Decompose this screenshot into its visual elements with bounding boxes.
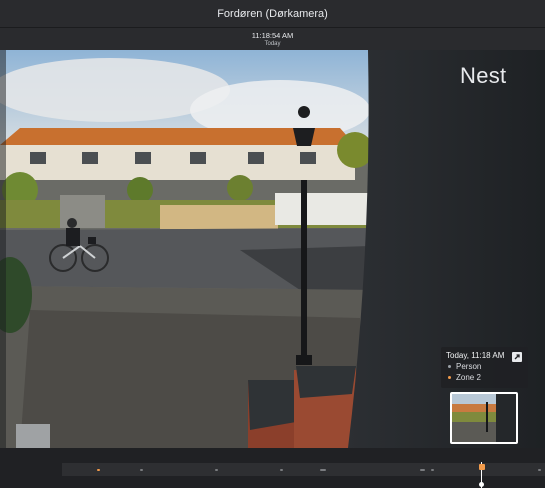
playhead-handle[interactable]: [479, 482, 484, 487]
timeline-track[interactable]: [62, 463, 545, 476]
camera-scene: [0, 50, 545, 448]
event-tag-label: Zone 2: [456, 373, 481, 382]
camera-title: Fordøren (Dørkamera): [217, 7, 328, 20]
event-tag-label: Person: [456, 362, 482, 371]
zone-dot-icon: [448, 376, 451, 379]
timeline-event-marker[interactable]: [431, 469, 434, 471]
timeline-event-marker[interactable]: [538, 469, 541, 471]
event-thumbnail[interactable]: [450, 392, 518, 444]
person-dot-icon: [448, 365, 451, 368]
timeline-event-marker[interactable]: [97, 469, 100, 471]
timeline-event-marker[interactable]: [420, 469, 425, 471]
event-card[interactable]: Today, 11:18 AM Person Zone 2: [441, 347, 528, 388]
timeline-event-marker[interactable]: [280, 469, 283, 471]
timeline-event-marker[interactable]: [215, 469, 218, 471]
timeline-event-marker[interactable]: [320, 469, 326, 471]
nest-logo: Nest: [460, 63, 507, 88]
timestamp-bar: 11:18:54 AM Today: [0, 28, 545, 50]
event-tag-person: Person: [448, 362, 523, 371]
current-day: Today: [264, 40, 281, 47]
video-frame[interactable]: [0, 50, 545, 448]
thumbnail-image: [452, 394, 516, 442]
playhead-event-icon[interactable]: [479, 464, 485, 470]
timeline-event-marker[interactable]: [140, 469, 143, 471]
app-header: Fordøren (Dørkamera): [0, 0, 545, 28]
event-tag-zone: Zone 2: [448, 373, 523, 382]
current-time: 11:18:54 AM: [251, 31, 294, 40]
share-icon[interactable]: [512, 352, 522, 362]
event-timeline[interactable]: [0, 448, 545, 488]
